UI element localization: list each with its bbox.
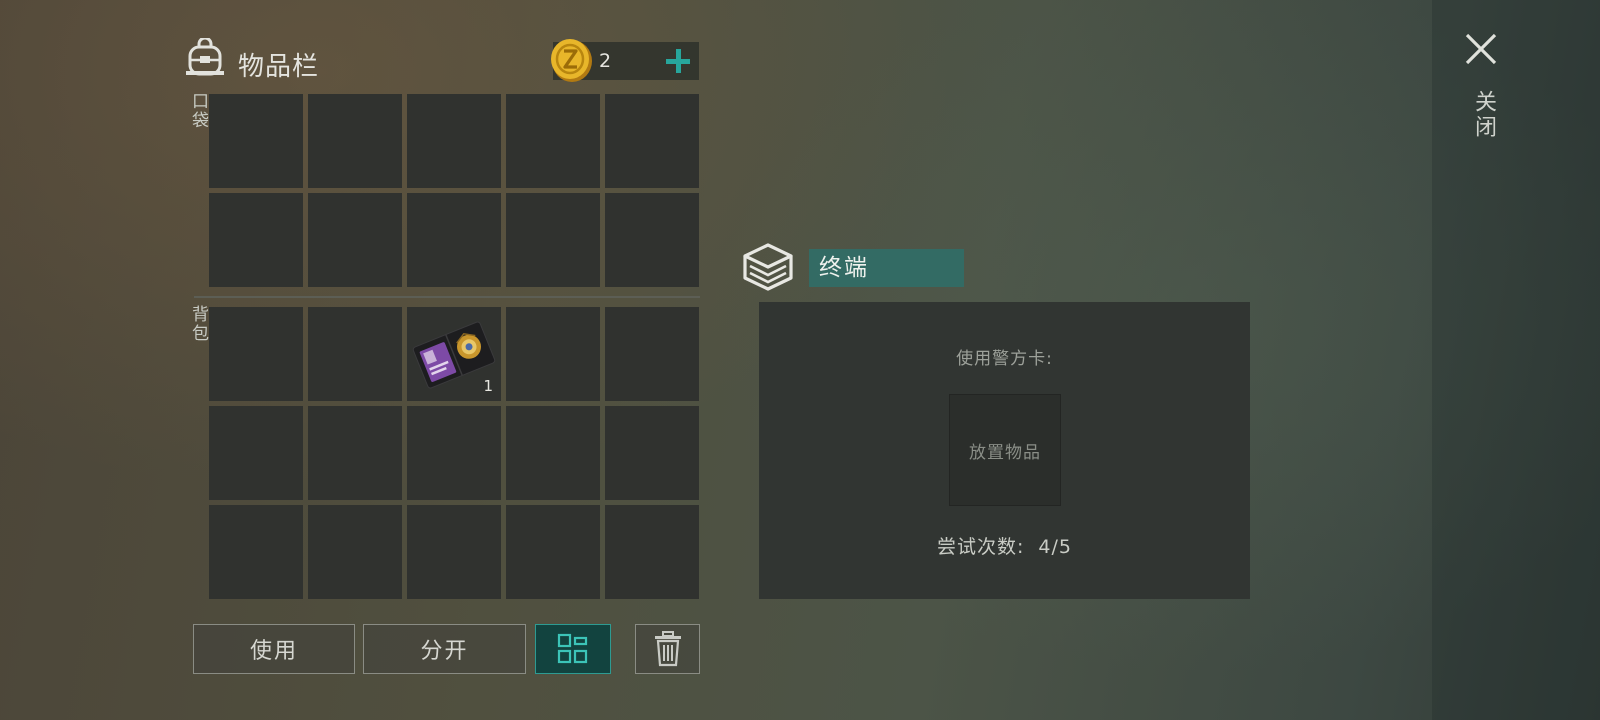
terminal-panel: 使用警方卡: 放置物品 尝试次数: 4/5 (759, 302, 1250, 599)
pocket-slot[interactable] (407, 193, 501, 287)
use-button[interactable]: 使用 (193, 624, 355, 674)
backpack-slot[interactable] (506, 307, 600, 401)
backpack-slot[interactable] (209, 505, 303, 599)
trash-icon (654, 631, 681, 667)
backpack-slot[interactable] (605, 505, 699, 599)
close-icon[interactable] (1460, 28, 1502, 70)
inventory-title: 物品栏 (238, 52, 320, 82)
backpack-slot[interactable] (209, 307, 303, 401)
plus-icon[interactable] (661, 44, 695, 78)
backpack-label: 背包 (188, 305, 208, 343)
pocket-slot[interactable] (506, 193, 600, 287)
backpack-slot[interactable] (308, 505, 402, 599)
split-button[interactable]: 分开 (363, 624, 526, 674)
backpack-slot[interactable] (506, 406, 600, 500)
backpack-slot[interactable] (308, 307, 402, 401)
close-label[interactable]: 关闭 (1467, 90, 1499, 140)
pocket-slot[interactable] (209, 193, 303, 287)
trash-button[interactable] (635, 624, 700, 674)
backpack-slot[interactable] (605, 406, 699, 500)
coin-count: 2 (599, 50, 612, 72)
backpack-slot[interactable] (605, 307, 699, 401)
pocket-label: 口袋 (188, 92, 208, 130)
attempts-label: 尝试次数: (937, 536, 1025, 558)
item-quantity: 1 (483, 377, 493, 395)
coin-icon (551, 39, 592, 82)
backpack-slot[interactable] (407, 406, 501, 500)
use-card-label: 使用警方卡: (956, 349, 1053, 369)
sort-grid-icon (557, 633, 588, 664)
backpack-grid: 1 (209, 307, 699, 599)
drop-placeholder: 放置物品 (969, 442, 1041, 463)
pocket-slot[interactable] (605, 94, 699, 188)
pocket-slot[interactable] (308, 193, 402, 287)
pocket-slot[interactable] (308, 94, 402, 188)
backpack-slot-police-card[interactable]: 1 (407, 307, 501, 401)
backpack-slot[interactable] (308, 406, 402, 500)
terminal-box-icon (743, 243, 793, 291)
backpack-slot[interactable] (209, 406, 303, 500)
backpack-slot[interactable] (506, 505, 600, 599)
coin-counter: 2 (551, 39, 699, 82)
pocket-slot[interactable] (605, 193, 699, 287)
pocket-slot[interactable] (209, 94, 303, 188)
attempts-counter: 尝试次数: 4/5 (759, 532, 1250, 559)
pocket-slot[interactable] (506, 94, 600, 188)
pocket-grid (209, 94, 699, 287)
sort-button[interactable] (535, 624, 611, 674)
right-shade (1432, 0, 1600, 720)
attempts-value: 4/5 (1038, 536, 1072, 558)
backpack-slot[interactable] (407, 505, 501, 599)
item-drop-slot[interactable]: 放置物品 (949, 394, 1061, 506)
pocket-slot[interactable] (407, 94, 501, 188)
terminal-title: 终端 (809, 249, 964, 287)
section-divider (194, 296, 700, 298)
backpack-icon (186, 38, 224, 76)
